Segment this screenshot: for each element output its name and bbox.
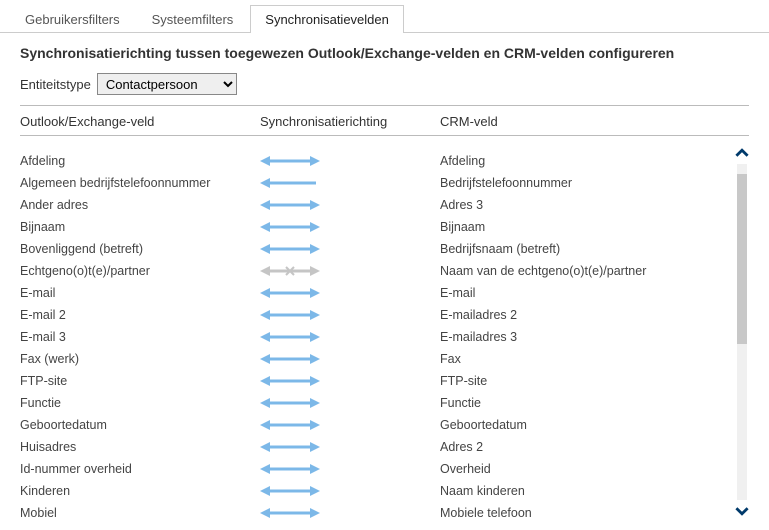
- outlook-field-cell: Mobiel: [20, 506, 260, 520]
- crm-field-cell: Functie: [440, 396, 749, 410]
- outlook-field-cell: Fax (werk): [20, 352, 260, 366]
- field-rows: Afdeling Afdeling Algemeen bedrijfstelefoo…: [20, 150, 749, 520]
- tab-2[interactable]: Synchronisatievelden: [250, 5, 404, 33]
- sync-direction-arrow-icon[interactable]: [260, 242, 440, 256]
- outlook-field-cell: Huisadres: [20, 440, 260, 454]
- tab-1[interactable]: Systeemfilters: [137, 5, 249, 33]
- table-row: Geboortedatum Geboortedatum: [20, 414, 749, 436]
- sync-direction-arrow-icon[interactable]: [260, 308, 440, 322]
- outlook-field-cell: E-mail: [20, 286, 260, 300]
- header-outlook-field: Outlook/Exchange-veld: [20, 114, 260, 129]
- sync-direction-arrow-icon[interactable]: [260, 418, 440, 432]
- table-row: Echtgeno(o)t(e)/partner Naam van de echtg…: [20, 260, 749, 282]
- outlook-field-cell: Bovenliggend (betreft): [20, 242, 260, 256]
- crm-field-cell: Afdeling: [440, 154, 749, 168]
- crm-field-cell: Overheid: [440, 462, 749, 476]
- entity-type-label: Entiteitstype: [20, 77, 91, 92]
- tabs-bar: GebruikersfiltersSysteemfiltersSynchroni…: [0, 0, 769, 33]
- crm-field-cell: Adres 2: [440, 440, 749, 454]
- table-row: FTP-site FTP-site: [20, 370, 749, 392]
- page-title: Synchronisatierichting tussen toegewezen…: [20, 45, 749, 61]
- outlook-field-cell: Kinderen: [20, 484, 260, 498]
- sync-direction-arrow-icon[interactable]: [260, 352, 440, 366]
- outlook-field-cell: Algemeen bedrijfstelefoonnummer: [20, 176, 260, 190]
- table-row: Huisadres Adres 2: [20, 436, 749, 458]
- scroll-track[interactable]: [737, 164, 747, 500]
- column-headers: Outlook/Exchange-veld Synchronisatierich…: [20, 114, 749, 136]
- crm-field-cell: Mobiele telefoon: [440, 506, 749, 520]
- crm-field-cell: Fax: [440, 352, 749, 366]
- outlook-field-cell: FTP-site: [20, 374, 260, 388]
- table-row: E-mail E-mail: [20, 282, 749, 304]
- sync-direction-arrow-icon[interactable]: [260, 396, 440, 410]
- outlook-field-cell: Functie: [20, 396, 260, 410]
- table-row: Afdeling Afdeling: [20, 150, 749, 172]
- sync-direction-arrow-icon[interactable]: [260, 506, 440, 520]
- outlook-field-cell: Afdeling: [20, 154, 260, 168]
- scroll-down-icon[interactable]: [733, 502, 751, 520]
- table-row: Functie Functie: [20, 392, 749, 414]
- sync-direction-arrow-icon[interactable]: [260, 330, 440, 344]
- outlook-field-cell: Echtgeno(o)t(e)/partner: [20, 264, 260, 278]
- crm-field-cell: Bijnaam: [440, 220, 749, 234]
- sync-direction-arrow-icon[interactable]: [260, 440, 440, 454]
- table-row: E-mail 2 E-mailadres 2: [20, 304, 749, 326]
- sync-direction-arrow-icon[interactable]: [260, 176, 440, 190]
- tab-0[interactable]: Gebruikersfilters: [10, 5, 135, 33]
- crm-field-cell: E-mail: [440, 286, 749, 300]
- outlook-field-cell: Id-nummer overheid: [20, 462, 260, 476]
- crm-field-cell: Bedrijfstelefoonnummer: [440, 176, 749, 190]
- sync-direction-arrow-icon[interactable]: [260, 462, 440, 476]
- table-row: Ander adres Adres 3: [20, 194, 749, 216]
- scrollbar[interactable]: [733, 144, 751, 520]
- sync-direction-arrow-icon[interactable]: [260, 374, 440, 388]
- table-row: Bijnaam Bijnaam: [20, 216, 749, 238]
- sync-direction-arrow-icon[interactable]: [260, 198, 440, 212]
- sync-direction-arrow-icon[interactable]: [260, 264, 440, 278]
- table-row: Id-nummer overheid Overheid: [20, 458, 749, 480]
- crm-field-cell: FTP-site: [440, 374, 749, 388]
- table-row: E-mail 3 E-mailadres 3: [20, 326, 749, 348]
- crm-field-cell: Geboortedatum: [440, 418, 749, 432]
- crm-field-cell: E-mailadres 2: [440, 308, 749, 322]
- outlook-field-cell: Geboortedatum: [20, 418, 260, 432]
- sync-direction-arrow-icon[interactable]: [260, 154, 440, 168]
- outlook-field-cell: Bijnaam: [20, 220, 260, 234]
- crm-field-cell: Adres 3: [440, 198, 749, 212]
- header-sync-direction: Synchronisatierichting: [260, 114, 440, 129]
- table-row: Mobiel Mobiele telefoon: [20, 502, 749, 520]
- scroll-up-icon[interactable]: [733, 144, 751, 162]
- table-row: Fax (werk) Fax: [20, 348, 749, 370]
- outlook-field-cell: E-mail 2: [20, 308, 260, 322]
- entity-type-select[interactable]: Contactpersoon: [97, 73, 237, 95]
- crm-field-cell: Naam kinderen: [440, 484, 749, 498]
- scroll-thumb[interactable]: [737, 174, 747, 344]
- outlook-field-cell: Ander adres: [20, 198, 260, 212]
- crm-field-cell: Naam van de echtgeno(o)t(e)/partner: [440, 264, 749, 278]
- outlook-field-cell: E-mail 3: [20, 330, 260, 344]
- sync-direction-arrow-icon[interactable]: [260, 286, 440, 300]
- divider: [20, 105, 749, 106]
- table-row: Kinderen Naam kinderen: [20, 480, 749, 502]
- sync-direction-arrow-icon[interactable]: [260, 220, 440, 234]
- table-row: Bovenliggend (betreft) Bedrijfsnaam (betr…: [20, 238, 749, 260]
- crm-field-cell: Bedrijfsnaam (betreft): [440, 242, 749, 256]
- crm-field-cell: E-mailadres 3: [440, 330, 749, 344]
- sync-direction-arrow-icon[interactable]: [260, 484, 440, 498]
- table-row: Algemeen bedrijfstelefoonnummer Bedrijfst…: [20, 172, 749, 194]
- header-crm-field: CRM-veld: [440, 114, 749, 129]
